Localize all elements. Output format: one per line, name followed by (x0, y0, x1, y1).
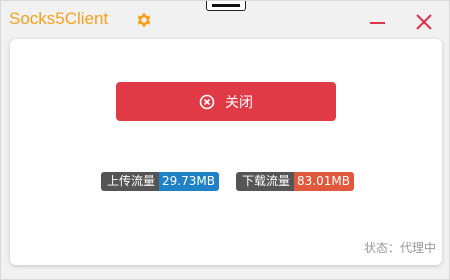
main-panel: 关闭 上传流量 29.73MB 下载流量 83.01MB 状态：代理中 (10, 39, 442, 265)
app-window: Socks5Client 关闭 上传流量 29.73MB 下载流量 83.01M… (0, 0, 450, 280)
close-proxy-button[interactable]: 关闭 (116, 82, 336, 121)
status-text: 状态：代理中 (363, 241, 436, 255)
upload-value: 29.73MB (159, 172, 219, 191)
app-title: Socks5Client (9, 9, 109, 28)
upload-traffic-badge: 上传流量 29.73MB (101, 172, 219, 191)
download-label: 下载流量 (236, 172, 295, 191)
download-value: 83.01MB (294, 172, 354, 191)
gear-icon[interactable] (135, 11, 153, 29)
minimize-button[interactable] (366, 9, 390, 33)
title-bar[interactable]: Socks5Client (1, 1, 450, 39)
download-traffic-badge: 下载流量 83.01MB (236, 172, 354, 191)
close-icon (416, 14, 432, 30)
close-circle-icon (199, 94, 215, 109)
close-proxy-label: 关闭 (225, 94, 253, 111)
upload-label: 上传流量 (101, 172, 160, 191)
close-button[interactable] (411, 9, 437, 35)
